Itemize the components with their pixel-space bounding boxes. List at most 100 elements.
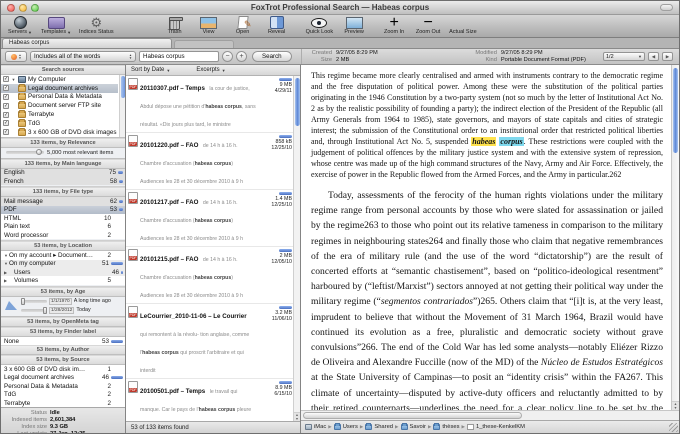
facet-row[interactable]: French 58 [1, 177, 125, 185]
relevance-slider[interactable] [6, 151, 44, 154]
source-checkbox[interactable]: ✓ [3, 129, 9, 135]
toolbar-button[interactable]: Zoom Out▼ [415, 16, 441, 35]
page-select[interactable]: 1/2 ▼ [603, 52, 645, 61]
sources-scrollbar-thumb[interactable] [121, 76, 125, 98]
facet-row[interactable]: English 75 [1, 169, 125, 177]
remove-criterion-button[interactable]: − [222, 51, 233, 62]
resize-grip[interactable] [669, 423, 678, 432]
result-item[interactable]: 20110307.pdf – Temps la cour de justice,… [126, 76, 293, 133]
result-item[interactable]: LeCourrier_2010-11-06 – Le Courrier qui … [126, 304, 293, 379]
facet-row[interactable]: Mail message 62 [1, 197, 125, 205]
location-facet-header[interactable]: 53 items, by Location [1, 241, 125, 251]
tab-bar-empty[interactable] [174, 40, 234, 48]
document-scrollbar[interactable]: ▲▼ [671, 65, 679, 410]
path-crumb[interactable]: ▶ Shared [360, 424, 393, 430]
sources-scrollbar[interactable] [119, 75, 125, 137]
facet-row[interactable]: Legal document archives 46 [1, 374, 125, 382]
facet-row[interactable]: PDF 53 [1, 206, 125, 214]
toolbar-button[interactable]: Actual Size▼ [449, 16, 477, 35]
scroll-arrows-icon[interactable]: ▲▼ [672, 401, 679, 410]
relevance-slider-thumb[interactable] [36, 149, 42, 155]
search-button[interactable]: Search [252, 51, 292, 62]
toolbar-button[interactable]: Open▼ [230, 16, 256, 35]
age-slider-thumb[interactable] [43, 307, 47, 314]
scroll-arrows-icon[interactable]: ▲▼ [294, 412, 300, 421]
path-crumb[interactable]: ▶ Savoir [395, 424, 426, 430]
source-checkbox[interactable]: ✓ [3, 85, 9, 91]
search-sources-header[interactable]: Search sources [1, 65, 125, 75]
source-checkbox[interactable]: ✓ [3, 94, 9, 100]
facet-row[interactable]: Personal Data & Metadata 2 [1, 382, 125, 390]
finderlabel-facet-header[interactable]: 53 items, by Finder label [1, 327, 125, 337]
minimize-button[interactable] [19, 4, 27, 12]
facet-row[interactable]: None 53 [1, 337, 125, 345]
search-source-row[interactable]: ✓ Legal document archives [1, 84, 118, 93]
search-source-row[interactable]: ✓ TdG [1, 119, 118, 128]
age-slider[interactable] [21, 300, 47, 303]
search-source-row[interactable]: ✓ 3 x 600 GB of DVD disk images [1, 128, 118, 137]
close-button[interactable] [7, 4, 15, 12]
toolbar-button[interactable]: View▼ [196, 16, 222, 35]
age-slider[interactable] [21, 309, 47, 312]
path-crumb[interactable]: ▶ thèses [428, 424, 460, 430]
filetype-facet-header[interactable]: 133 items, by File type [1, 187, 125, 197]
result-item[interactable]: 20101217.pdf – FAO de 14 h à 16 h. Chamb… [126, 190, 293, 247]
result-item[interactable]: 20100501.pdf – Temps le travail qui manq… [126, 379, 293, 421]
path-crumb[interactable]: ▶ 1_these-KenkelKM [462, 424, 525, 430]
facet-row[interactable]: ▶ Volumes 5 [1, 276, 125, 284]
document-horizontal-scrollbar-thumb[interactable] [303, 412, 522, 419]
facet-row[interactable]: 3 x 600 GB of DVD disk im… 1 [1, 365, 125, 373]
facet-row[interactable]: Terrabyte 2 [1, 399, 125, 407]
facet-row[interactable]: ▶ Users 46 [1, 268, 125, 276]
results-scrollbar[interactable]: ▲▼ [293, 76, 300, 421]
facet-row[interactable]: ▼ On my computer 51 [1, 260, 125, 268]
source-checkbox[interactable]: ✓ [3, 103, 9, 109]
document-horizontal-scrollbar[interactable] [301, 410, 679, 420]
path-crumb[interactable]: iMac [305, 424, 326, 430]
relevance-header[interactable]: 133 items, by Relevance [1, 138, 125, 148]
result-item[interactable]: 20101220.pdf – FAO de 14 h à 16 h. Chamb… [126, 133, 293, 190]
results-scrollbar-thumb[interactable] [295, 78, 300, 126]
age-slider-thumb[interactable] [21, 298, 25, 305]
facet-row[interactable]: Plain text 6 [1, 223, 125, 231]
language-facet-header[interactable]: 133 items, by Main language [1, 159, 125, 169]
tab-habeas-corpus[interactable]: Habeas corpus [2, 38, 172, 48]
title-bar[interactable]: FoxTrot Professional Search — Habeas cor… [1, 1, 679, 15]
openmeta-facet-header[interactable]: 53 items, by OpenMeta tag [1, 317, 125, 327]
facet-row[interactable]: ▼ On my account ▸ Document… 2 [1, 251, 125, 259]
facet-row[interactable]: HTML 10 [1, 214, 125, 222]
source-checkbox[interactable]: ✓ [3, 120, 9, 126]
toolbar-button[interactable]: Servers▼ [7, 16, 33, 35]
facet-row[interactable]: Word processor 2 [1, 231, 125, 239]
path-crumb[interactable]: ▶ Users [328, 424, 358, 430]
search-query-input[interactable] [139, 51, 219, 62]
previous-page-button[interactable]: ◀ [648, 52, 659, 61]
source-facet-header[interactable]: 53 items, by Source [1, 355, 125, 365]
document-scrollbar-thumb[interactable] [673, 68, 678, 153]
toolbar-button[interactable]: Reveal▼ [264, 16, 290, 35]
result-item[interactable]: 20101215.pdf – FAO de 14 h à 16 h. Chamb… [126, 247, 293, 304]
excerpts-popup[interactable]: Excerpts ▼ [196, 67, 225, 73]
search-source-row[interactable]: ✓ ▼ My Computer [1, 75, 118, 84]
age-facet-header[interactable]: 53 items, by Age [1, 287, 125, 297]
search-source-row[interactable]: ✓ Personal Data & Metadata [1, 93, 118, 102]
next-page-button[interactable]: ▶ [662, 52, 673, 61]
add-criterion-button[interactable]: + [236, 51, 247, 62]
source-checkbox[interactable]: ✓ [3, 112, 9, 118]
toolbar-button[interactable]: Templates▼ [41, 16, 71, 35]
toolbar-toggle-widget[interactable] [660, 4, 673, 11]
disclosure-triangle-icon[interactable]: ▼ [11, 77, 16, 82]
toolbar-button[interactable]: Preview▼ [341, 16, 367, 35]
search-source-row[interactable]: ✓ Document server FTP site [1, 101, 118, 110]
source-checkbox[interactable]: ✓ [3, 76, 9, 82]
author-facet-header[interactable]: 53 items, by Author [1, 345, 125, 355]
match-mode-select[interactable]: Includes all of the words ▲▼ [30, 51, 136, 62]
search-scope-button[interactable]: ▲▼ [5, 51, 27, 62]
sort-by-popup[interactable]: Sort by Date ▼ [131, 67, 170, 73]
toolbar-button[interactable]: Zoom In▼ [381, 16, 407, 35]
toolbar-button[interactable]: Indices Status▼ [79, 16, 114, 35]
toolbar-button[interactable]: Quick Look▼ [306, 16, 334, 35]
search-source-row[interactable]: ✓ Terrabyte [1, 110, 118, 119]
facet-row[interactable]: TdG 2 [1, 390, 125, 398]
zoom-button[interactable] [31, 4, 39, 12]
